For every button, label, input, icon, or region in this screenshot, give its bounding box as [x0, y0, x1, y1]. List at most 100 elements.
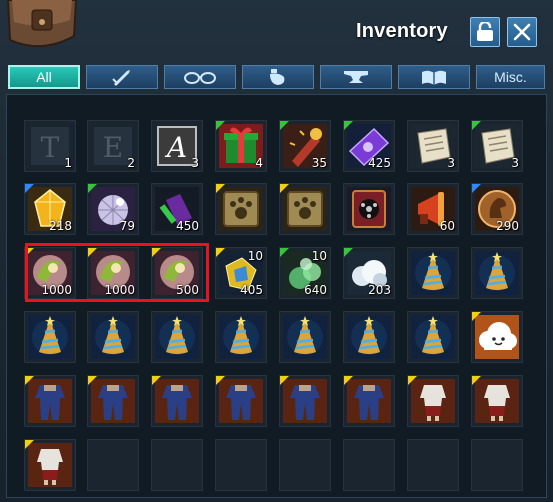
anvil-icon: [344, 71, 368, 83]
inventory-slot[interactable]: [215, 183, 267, 235]
inventory-slot[interactable]: 203: [343, 247, 395, 299]
inventory-slot[interactable]: [87, 375, 139, 427]
inventory-slot[interactable]: [343, 183, 395, 235]
category-tabs: All Misc.: [6, 65, 547, 91]
close-icon: [513, 23, 531, 41]
inventory-slot[interactable]: [24, 311, 76, 363]
selection-highlight: [25, 243, 209, 302]
slot-quantity: 640: [304, 283, 327, 297]
tab-all[interactable]: All: [8, 65, 80, 89]
rarity-corner-yellow: [280, 376, 289, 385]
slot-quantity: 218: [49, 219, 72, 233]
inventory-slot[interactable]: 10 640: [279, 247, 331, 299]
rarity-corner-green: [344, 248, 353, 257]
sword-icon: [112, 70, 130, 86]
inventory-slot[interactable]: [407, 375, 459, 427]
glasses-icon: [184, 72, 216, 84]
inventory-slot[interactable]: [215, 311, 267, 363]
slot-quantity: 290: [496, 219, 519, 233]
inventory-slot[interactable]: 450: [151, 183, 203, 235]
lock-button[interactable]: [470, 17, 500, 47]
inventory-slot[interactable]: [279, 311, 331, 363]
party-hat-icon: [155, 315, 199, 359]
inventory-slot[interactable]: [151, 311, 203, 363]
inventory-slot[interactable]: T1: [24, 120, 76, 172]
inventory-slot[interactable]: 3: [407, 120, 459, 172]
tab-consumables[interactable]: [242, 65, 314, 89]
inventory-slot[interactable]: [471, 375, 523, 427]
rarity-corner-yellow: [344, 376, 353, 385]
inventory-slot[interactable]: 10 405: [215, 247, 267, 299]
rarity-corner-yellow: [472, 312, 481, 321]
svg-text:A: A: [164, 131, 187, 164]
slot-quantity: 60: [439, 219, 455, 233]
rarity-corner-yellow: [216, 184, 225, 193]
inventory-slot[interactable]: [407, 311, 459, 363]
inventory-slot[interactable]: [87, 311, 139, 363]
inventory-slot[interactable]: [215, 375, 267, 427]
slot-quantity: 35: [311, 156, 327, 170]
inventory-slot[interactable]: [471, 311, 523, 363]
slot-quantity: 450: [176, 219, 199, 233]
empty-inventory-slot[interactable]: [215, 439, 267, 491]
inventory-slot[interactable]: E2: [87, 120, 139, 172]
inventory-slot[interactable]: A3: [151, 120, 203, 172]
inventory-slot[interactable]: [343, 375, 395, 427]
svg-text:T: T: [41, 131, 60, 164]
inventory-slot[interactable]: 3: [471, 120, 523, 172]
tab-accessories[interactable]: [164, 65, 236, 89]
book-icon: [422, 70, 446, 85]
inventory-slot[interactable]: 60: [407, 183, 459, 235]
inventory-slot[interactable]: [24, 375, 76, 427]
inventory-slot[interactable]: [151, 375, 203, 427]
rarity-corner-yellow: [25, 376, 34, 385]
window-title: Inventory: [356, 20, 448, 42]
rarity-corner-yellow: [88, 376, 97, 385]
inventory-slot[interactable]: 4: [215, 120, 267, 172]
inventory-window: Inventory All Misc. T 1 E 2 A 3 4 35 425…: [0, 0, 553, 502]
party-hat-icon: [28, 315, 72, 359]
empty-inventory-slot[interactable]: [151, 439, 203, 491]
inventory-slot[interactable]: 290: [471, 183, 523, 235]
rarity-corner-green: [344, 121, 353, 130]
inventory-slot[interactable]: [471, 247, 523, 299]
inventory-slot[interactable]: [24, 439, 76, 491]
rarity-corner-yellow: [25, 440, 34, 449]
rarity-corner-blue: [472, 184, 481, 193]
inventory-slot[interactable]: [343, 311, 395, 363]
party-hat-icon: [283, 315, 327, 359]
inventory-slot[interactable]: 35: [279, 120, 331, 172]
empty-inventory-slot[interactable]: [343, 439, 395, 491]
inventory-slot[interactable]: 218: [24, 183, 76, 235]
tab-crafting[interactable]: [320, 65, 392, 89]
empty-inventory-slot[interactable]: [407, 439, 459, 491]
inventory-slot[interactable]: [407, 247, 459, 299]
inventory-slot[interactable]: [279, 183, 331, 235]
svg-text:E: E: [103, 131, 123, 164]
rarity-corner-green: [472, 121, 481, 130]
slot-stack-label: 10: [247, 249, 263, 263]
slot-quantity: 203: [368, 283, 391, 297]
slot-quantity: 4: [255, 156, 263, 170]
close-button[interactable]: [507, 17, 537, 47]
slot-quantity: 1: [64, 156, 72, 170]
rarity-corner-green: [280, 121, 289, 130]
party-hat-icon: [411, 251, 455, 295]
slot-quantity: 405: [240, 283, 263, 297]
slot-quantity: 3: [447, 156, 455, 170]
inventory-slot[interactable]: 425: [343, 120, 395, 172]
empty-inventory-slot[interactable]: [87, 439, 139, 491]
tab-books[interactable]: [398, 65, 470, 89]
slot-quantity: 3: [511, 156, 519, 170]
tab-weapons[interactable]: [86, 65, 158, 89]
slot-quantity: 2: [127, 156, 135, 170]
backpack-icon: [6, 0, 78, 48]
empty-inventory-slot[interactable]: [471, 439, 523, 491]
inventory-slot[interactable]: 79: [87, 183, 139, 235]
party-hat-icon: [347, 315, 391, 359]
empty-inventory-slot[interactable]: [279, 439, 331, 491]
rarity-corner-yellow: [280, 184, 289, 193]
tab-misc-label: Misc.: [494, 69, 527, 85]
inventory-slot[interactable]: [279, 375, 331, 427]
tab-misc[interactable]: Misc.: [476, 65, 545, 89]
